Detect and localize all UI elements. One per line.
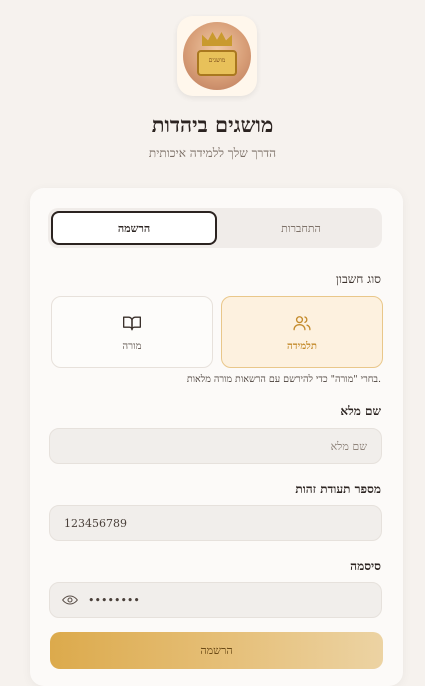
account-option-teacher[interactable]: מורה xyxy=(51,296,213,368)
page-subtitle: הדרך שלך ללמידה איכותית xyxy=(148,146,277,160)
tab-login[interactable]: התחברות xyxy=(220,208,382,248)
book-icon xyxy=(123,316,141,330)
logo-plaque: מושגים xyxy=(197,50,237,76)
account-option-teacher-label: מורה xyxy=(122,340,142,352)
id-number-field xyxy=(49,505,382,541)
register-button[interactable]: הרשמה xyxy=(50,632,383,669)
app-logo: מושגים xyxy=(177,16,257,96)
id-number-input[interactable] xyxy=(62,515,369,531)
page-title: מושגים ביהדות xyxy=(151,112,274,137)
full-name-label: שם מלא xyxy=(340,404,381,418)
password-label: סיסמה xyxy=(350,559,381,573)
id-number-label: מספר תעודת זהות xyxy=(295,482,381,496)
logo-emblem: מושגים xyxy=(183,22,251,90)
eye-icon[interactable] xyxy=(62,594,78,606)
crown-icon xyxy=(202,32,232,46)
full-name-field xyxy=(49,428,382,464)
account-type-label: סוג חשבון xyxy=(335,272,381,286)
password-field xyxy=(49,582,382,618)
account-option-student[interactable]: תלמידה xyxy=(221,296,383,368)
password-input[interactable] xyxy=(86,592,369,608)
tab-register[interactable]: הרשמה xyxy=(51,211,217,245)
auth-tabs: הרשמה התחברות xyxy=(48,208,382,248)
full-name-input[interactable] xyxy=(62,438,369,454)
users-icon xyxy=(293,315,311,330)
account-type-hint: בחרי "מורה" כדי להירשם עם הרשאות מורה מל… xyxy=(186,374,381,385)
account-option-student-label: תלמידה xyxy=(287,340,317,352)
